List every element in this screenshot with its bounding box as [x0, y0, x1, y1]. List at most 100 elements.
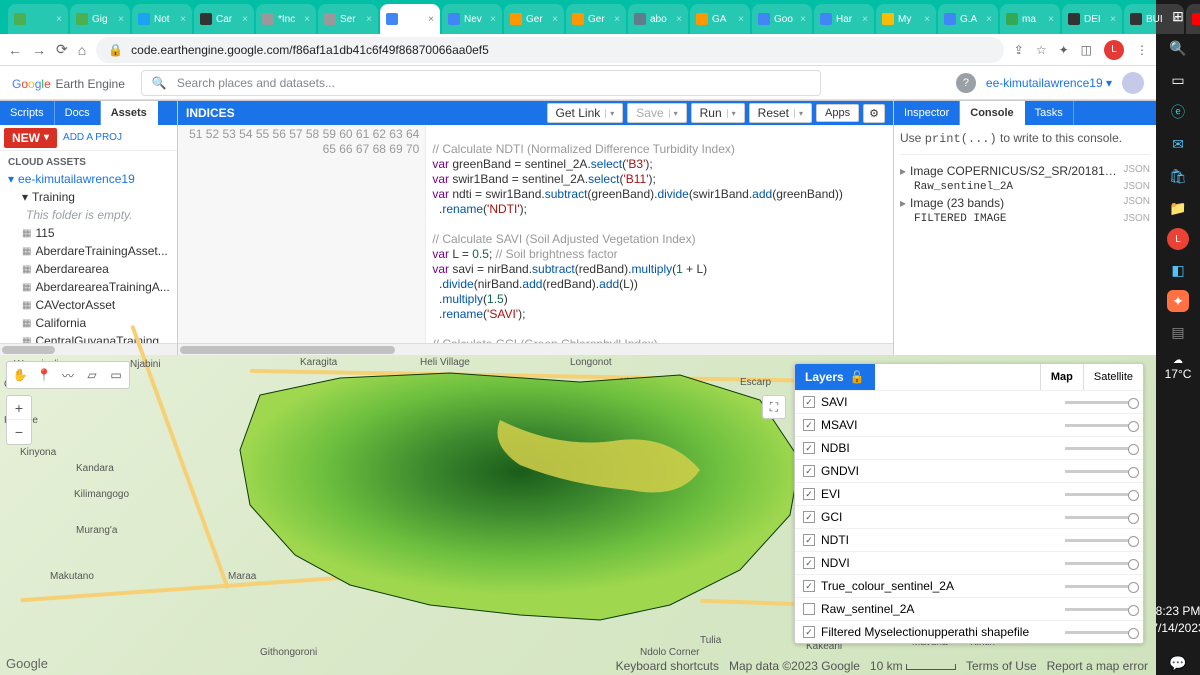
fullscreen-icon[interactable]: ⛶ [762, 395, 786, 419]
opacity-slider[interactable] [1065, 539, 1135, 542]
browser-tab[interactable]: Nev× [442, 4, 502, 34]
shape-tool-icon[interactable]: ▱ [81, 364, 103, 386]
opacity-slider[interactable] [1065, 562, 1135, 565]
get-link-button[interactable]: Get Link▾ [547, 103, 624, 123]
app-icon[interactable]: ◧ [1166, 258, 1190, 282]
browser-tab[interactable]: Har× [814, 4, 874, 34]
layer-checkbox[interactable]: ✓ [803, 511, 815, 523]
tab-docs[interactable]: Docs [55, 101, 101, 125]
browser-tab[interactable]: G.A× [938, 4, 998, 34]
asset-item[interactable]: ▦ AberdareTrainingAsset... [2, 242, 175, 260]
pan-tool-icon[interactable]: ✋ [9, 364, 31, 386]
mail-icon[interactable]: ✉ [1166, 132, 1190, 156]
browser-tab[interactable]: DEI× [1062, 4, 1122, 34]
weather-widget[interactable]: ☁17°C [1165, 354, 1192, 383]
browser-tab[interactable]: *Inc× [256, 4, 316, 34]
bookmark-icon[interactable]: ☆ [1036, 43, 1047, 57]
asset-item[interactable]: ▦ AberdareareaTrainingA... [2, 278, 175, 296]
opacity-slider[interactable] [1065, 401, 1135, 404]
report-error-link[interactable]: Report a map error [1047, 659, 1148, 673]
edge-icon[interactable]: ⓔ [1166, 100, 1190, 124]
url-input[interactable]: 🔒 code.earthengine.google.com/f86af1a1db… [96, 37, 1004, 63]
share-icon[interactable]: ⇪ [1014, 43, 1024, 57]
notifications-icon[interactable]: 💬 [1166, 651, 1190, 675]
zoom-in-button[interactable]: + [7, 396, 31, 420]
gear-icon[interactable]: ⚙ [863, 104, 885, 123]
browser-tab[interactable]: Ger× [566, 4, 626, 34]
new-button[interactable]: NEW ▾ [4, 128, 57, 148]
browser-tab[interactable]: Car× [194, 4, 254, 34]
layer-checkbox[interactable]: ✓ [803, 396, 815, 408]
browser-tab[interactable]: abo× [628, 4, 688, 34]
opacity-slider[interactable] [1065, 470, 1135, 473]
browser-tab[interactable]: Gig× [70, 4, 130, 34]
browser-tab[interactable]: Ger× [504, 4, 564, 34]
map-type-satellite[interactable]: Satellite [1083, 364, 1143, 390]
opacity-slider[interactable] [1065, 447, 1135, 450]
user-avatar[interactable] [1122, 72, 1144, 94]
task-view-icon[interactable]: ▭ [1166, 68, 1190, 92]
browser-tab[interactable]: Ser× [318, 4, 378, 34]
browser-tab[interactable]: BUI× [1124, 4, 1184, 34]
scrollbar[interactable] [0, 343, 177, 355]
search-icon[interactable]: 🔍 [1166, 36, 1190, 60]
layer-checkbox[interactable]: ✓ [803, 557, 815, 569]
browser-tab[interactable]: × [380, 4, 440, 34]
tab-tasks[interactable]: Tasks [1025, 101, 1074, 125]
opacity-slider[interactable] [1065, 493, 1135, 496]
help-icon[interactable]: ? [956, 73, 976, 93]
asset-item[interactable]: ▦ 115 [2, 224, 175, 242]
save-button[interactable]: Save▾ [627, 103, 686, 123]
opacity-slider[interactable] [1065, 608, 1135, 611]
console-entry[interactable]: ▸Image COPERNICUS/S2_SR/20181215T07...JS… [900, 161, 1150, 181]
tab-scripts[interactable]: Scripts [0, 101, 55, 125]
rect-tool-icon[interactable]: ▭ [105, 364, 127, 386]
system-clock[interactable]: 8:23 PM7/14/2023 [1151, 597, 1200, 643]
keyboard-shortcuts-link[interactable]: Keyboard shortcuts [616, 659, 719, 673]
tab-console[interactable]: Console [960, 101, 1024, 125]
asset-item[interactable]: ▦ CAVectorAsset [2, 296, 175, 314]
browser-tab[interactable]: × [8, 4, 68, 34]
browser-tab[interactable]: My× [876, 4, 936, 34]
layer-checkbox[interactable] [803, 603, 815, 615]
opacity-slider[interactable] [1065, 631, 1135, 634]
search-input[interactable]: 🔍 Search places and datasets... [141, 70, 821, 96]
reload-icon[interactable]: ⟳ [56, 41, 68, 58]
extensions-icon[interactable]: ✦ [1059, 43, 1069, 57]
console-entry[interactable]: ▸Image (23 bands)JSON [900, 193, 1150, 213]
opacity-slider[interactable] [1065, 424, 1135, 427]
browser-tab[interactable]: Cha× [1186, 4, 1200, 34]
explorer-icon[interactable]: 📁 [1166, 196, 1190, 220]
layer-checkbox[interactable]: ✓ [803, 419, 815, 431]
zoom-out-button[interactable]: − [7, 420, 31, 444]
opacity-slider[interactable] [1065, 585, 1135, 588]
back-icon[interactable]: ← [8, 42, 22, 58]
reset-button[interactable]: Reset▾ [749, 103, 812, 123]
store-icon[interactable]: 🛍 [1166, 164, 1190, 188]
asset-item[interactable]: ▦ California [2, 314, 175, 332]
menu-icon[interactable]: ⋮ [1136, 43, 1148, 57]
layer-checkbox[interactable]: ✓ [803, 442, 815, 454]
terms-link[interactable]: Terms of Use [966, 659, 1037, 673]
user-dropdown[interactable]: ee-kimutailawrence19 ▾ [986, 76, 1112, 90]
marker-tool-icon[interactable]: 📍 [33, 364, 55, 386]
chrome-icon[interactable]: L [1167, 228, 1189, 250]
tab-inspector[interactable]: Inspector [894, 101, 960, 125]
code-editor[interactable]: 51 52 53 54 55 56 57 58 59 60 61 62 63 6… [178, 125, 893, 343]
layers-title[interactable]: Layers 🔓 [795, 364, 875, 390]
browser-tab[interactable]: Goo× [752, 4, 812, 34]
map-canvas[interactable]: WawaisaliaNjabiniKaragitaHeli VillageLon… [0, 355, 1156, 675]
layer-checkbox[interactable]: ✓ [803, 465, 815, 477]
line-tool-icon[interactable]: 〰 [57, 364, 79, 386]
profile-avatar[interactable]: L [1104, 40, 1124, 60]
asset-root[interactable]: ▾ ee-kimutailawrence19 [2, 170, 175, 188]
browser-tab[interactable]: ma× [1000, 4, 1060, 34]
map-type-map[interactable]: Map [1040, 364, 1083, 390]
scrollbar[interactable] [178, 343, 893, 355]
code-body[interactable]: // Calculate NDTI (Normalized Difference… [426, 125, 893, 343]
tab-assets[interactable]: Assets [101, 101, 158, 125]
browser-tab[interactable]: GA× [690, 4, 750, 34]
asset-item[interactable]: ▦ Aberdarearea [2, 260, 175, 278]
sidepanel-icon[interactable]: ◫ [1081, 43, 1092, 57]
layer-checkbox[interactable]: ✓ [803, 626, 815, 638]
